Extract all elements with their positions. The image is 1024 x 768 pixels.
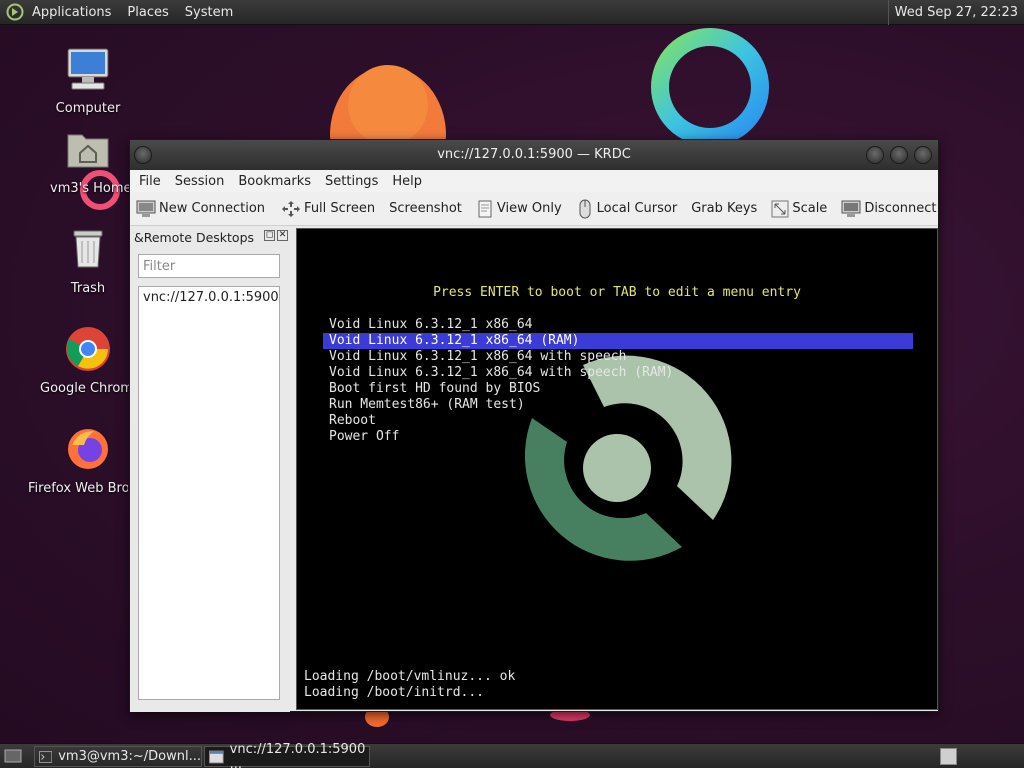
boot-entry-selected[interactable]: Void Linux 6.3.12_1 x86_64 (RAM) [323,333,913,349]
view-only-button[interactable]: View Only [476,200,562,218]
local-cursor-button[interactable]: Local Cursor [576,199,678,219]
remote-desktops-dock: &Remote Desktops ◻ ✕ vnc://127.0.0.1:590… [130,228,290,712]
menu-session[interactable]: Session [172,174,228,189]
grab-keys-label: Grab Keys [691,201,758,216]
menu-settings[interactable]: Settings [322,174,381,189]
grub-header: Press ENTER to boot or TAB to edit a men… [433,285,801,300]
void-linux-logo [524,355,732,561]
window-titlebar[interactable]: vnc://127.0.0.1:5900 — KRDC [130,140,938,170]
disconnect-icon [841,200,861,217]
screenshot-label: Screenshot [389,201,462,216]
krdc-window: vnc://127.0.0.1:5900 — KRDC File Session… [129,139,939,712]
top-panel: Applications Places System Wed Sep 27, 2… [0,0,1024,25]
screenshot-button[interactable]: Screenshot [389,201,462,216]
toolbar: New Connection Full Screen Screenshot Vi… [130,192,938,226]
menu-applications[interactable]: Applications [32,5,111,20]
dock-buttons: ◻ ✕ [262,230,288,241]
taskbar-item-krdc[interactable]: vnc://127.0.0.1:5900 ... [204,742,370,768]
view-only-label: View Only [496,201,562,216]
vnc-display[interactable]: Press ENTER to boot or TAB to edit a men… [296,228,938,710]
trash-icon [73,230,103,268]
full-screen-button[interactable]: Full Screen [281,200,375,218]
menu-help[interactable]: Help [389,174,425,189]
loading-line: Loading /boot/vmlinuz... ok [304,669,516,684]
mouse-icon [579,199,591,218]
home-folder-icon [67,134,109,168]
maximize-button[interactable] [890,146,908,164]
taskbar-item-label: vm3@vm3:~/Downl... [58,749,201,764]
boot-entry[interactable]: Boot first HD found by BIOS [323,381,913,397]
top-menu: Applications Places System [0,0,257,25]
computer-icon [67,48,109,90]
window-icon [209,750,224,763]
taskbar-item-label: vnc://127.0.0.1:5900 ... [229,741,366,768]
chrome-icon [66,327,110,371]
desktop-icon-label: Google Chrome [40,381,130,396]
scale-icon [771,200,789,217]
window-title: vnc://127.0.0.1:5900 — KRDC [437,147,631,162]
panel-clock[interactable]: Wed Sep 27, 22:23 [887,0,1024,25]
applications-logo-icon[interactable] [6,3,24,21]
desktop-icon-computer[interactable]: Computer [28,45,148,116]
fullscreen-icon [282,200,301,217]
close-button[interactable] [914,146,932,164]
dock-title: &Remote Desktops [134,230,255,245]
desktop-icon-label: Computer [55,101,121,116]
boot-entry[interactable]: Reboot [323,413,913,429]
loading-line: Loading /boot/initrd... [304,685,485,700]
firefox-icon [68,429,108,469]
taskbar-item-terminal[interactable]: vm3@vm3:~/Downl... [34,746,202,767]
desktop-icon-label: Firefox Web Browser [28,481,128,496]
menubar: File Session Bookmarks Settings Help [130,170,938,192]
dock-close-icon[interactable]: ✕ [277,230,288,241]
menu-system[interactable]: System [185,5,233,20]
scale-button[interactable]: Scale [771,200,827,218]
window-menu-button[interactable] [134,146,152,164]
filter-input[interactable] [138,254,280,278]
menu-file[interactable]: File [136,174,164,189]
new-connection-button[interactable]: New Connection [136,200,265,218]
boot-entry[interactable]: Void Linux 6.3.12_1 x86_64 [323,317,913,333]
view-only-icon [478,200,492,217]
show-desktop-icon[interactable] [3,747,23,765]
menu-places[interactable]: Places [127,5,168,20]
scale-label: Scale [792,201,828,216]
disconnect-button[interactable]: Disconnect [841,200,937,218]
minimize-button[interactable] [866,146,884,164]
monitor-icon [136,200,156,217]
boot-entry[interactable]: Void Linux 6.3.12_1 x86_64 with speech (… [323,365,913,381]
bottom-panel: vm3@vm3:~/Downl... vnc://127.0.0.1:5900 … [0,742,1024,768]
local-cursor-label: Local Cursor [596,201,678,216]
connection-list[interactable]: vnc://127.0.0.1:5900 [138,286,280,700]
full-screen-label: Full Screen [304,201,376,216]
dock-float-icon[interactable]: ◻ [264,230,275,241]
list-item[interactable]: vnc://127.0.0.1:5900 [143,290,279,305]
disconnect-label: Disconnect [864,201,937,216]
boot-entry[interactable]: Run Memtest86+ (RAM test) [323,397,913,413]
boot-entry[interactable]: Power Off [323,429,913,445]
new-connection-label: New Connection [159,201,266,216]
grab-keys-button[interactable]: Grab Keys [691,201,757,216]
terminal-icon [39,750,53,763]
menu-bookmarks[interactable]: Bookmarks [235,174,314,189]
workspace-switcher[interactable] [940,748,957,765]
boot-entry[interactable]: Void Linux 6.3.12_1 x86_64 with speech [323,349,913,365]
